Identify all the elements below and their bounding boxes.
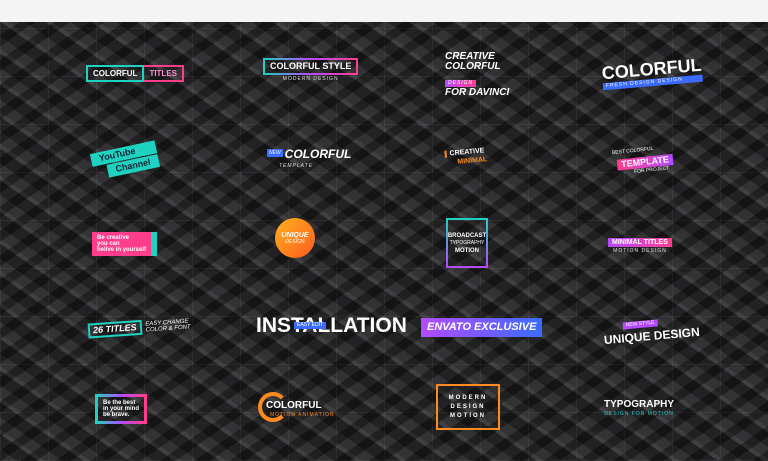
title-envato-exclusive: ENVATO EXCLUSIVE [421,318,543,337]
colorful-italic-label: COLORFUL [284,147,352,161]
be-best-l3: be brave. [103,412,130,418]
envato-label: ENVATO EXCLUSIVE [427,321,537,333]
title-unique-circle: UNIQUE DESIGN [275,218,315,258]
title-colorful-italic: NEW COLORFUL TEMPLATE [267,146,351,169]
davinci-line: FOR DAVINCI [445,87,510,98]
titles-26-desc: EASY CHANGE COLOR & FONT [145,318,191,333]
title-colorful-word: COLORFUL [86,65,145,82]
colorful-style-sub: MODERN DESIGN [282,76,339,82]
typography-sub: DESIGN FOR MOTION [604,411,674,417]
modern-l3: MOTION [450,413,486,419]
unique-circle-l2: DESIGN [285,238,305,245]
title-youtube-channel: YouTube Channel [89,140,160,180]
title-26-titles: 26 TITLES EASY CHANGE COLOR & FONT [87,316,191,339]
title-typography: TYPOGRAPHY DESIGN FOR MOTION [604,400,674,417]
installation-tag: EASY EDIT [294,322,327,329]
unique-circle-l1: UNIQUE [281,231,309,239]
colorful-italic-sub: TEMPLATE [279,163,314,169]
title-titles-word: TITLES [144,65,184,82]
title-modern-design: MODERN DESIGN MOTION [436,384,500,430]
broadcast-l2: TYPOGRAPHY [449,239,485,246]
title-creative-minimal: CREATIVE MINIMAL [444,147,488,167]
preview-canvas: COLORFUL TITLES COLORFUL STYLE MODERN DES… [0,22,768,461]
title-colorful-titles: COLORFUL TITLES [86,64,184,82]
minimal-titles-sub: MOTION DESIGN [613,248,667,254]
title-be-creative: Be creative you can belive in yourself [92,232,158,256]
title-best-template: BEST COLORFUL TEMPLATE FOR PROJECT [612,145,674,177]
creative-minimal-l2: MINIMAL [457,156,488,166]
typography-label: TYPOGRAPHY [604,399,675,410]
ring-shape [258,392,288,422]
installation-label: INSTALLATION [256,314,407,337]
titles-26-label: 26 TITLES [87,319,143,339]
colorful-style-label: COLORFUL STYLE [263,58,359,75]
title-colorful-style: COLORFUL STYLE MODERN DESIGN [263,57,359,82]
title-minimal-titles: MINIMAL TITLES MOTION DESIGN [608,238,672,254]
title-unique-design: NEW STYLE UNIQUE DESIGN [602,308,701,348]
be-creative-l3: belive in yourself [97,247,147,253]
design-line: DESIGN [445,80,477,87]
title-colorful-ring: COLORFUL MOTION ANIMATION [258,392,335,422]
title-colorful-big: COLORFUL FRESH DESIGN DESIGN [601,55,703,91]
title-creative-colorful: CREATIVE COLORFUL DESIGN FOR DAVINCI [445,52,509,98]
broadcast-l1: BROADCAST [447,232,487,239]
minimal-titles-label: MINIMAL TITLES [608,238,672,247]
title-broadcast: BROADCAST TYPOGRAPHY MOTION [446,218,488,268]
colorful-line: COLORFUL [445,61,501,72]
colorful-italic-badge: NEW [267,149,283,158]
title-be-the-best: Be the best in your mind be brave. [95,394,147,424]
broadcast-l3: MOTION [455,247,479,254]
title-installation: INSTALLATION EASY EDIT [256,315,407,336]
modern-l1: MODERN [448,395,488,401]
modern-l2: DESIGN [450,404,486,410]
unique-design-label: UNIQUE DESIGN [603,324,701,348]
